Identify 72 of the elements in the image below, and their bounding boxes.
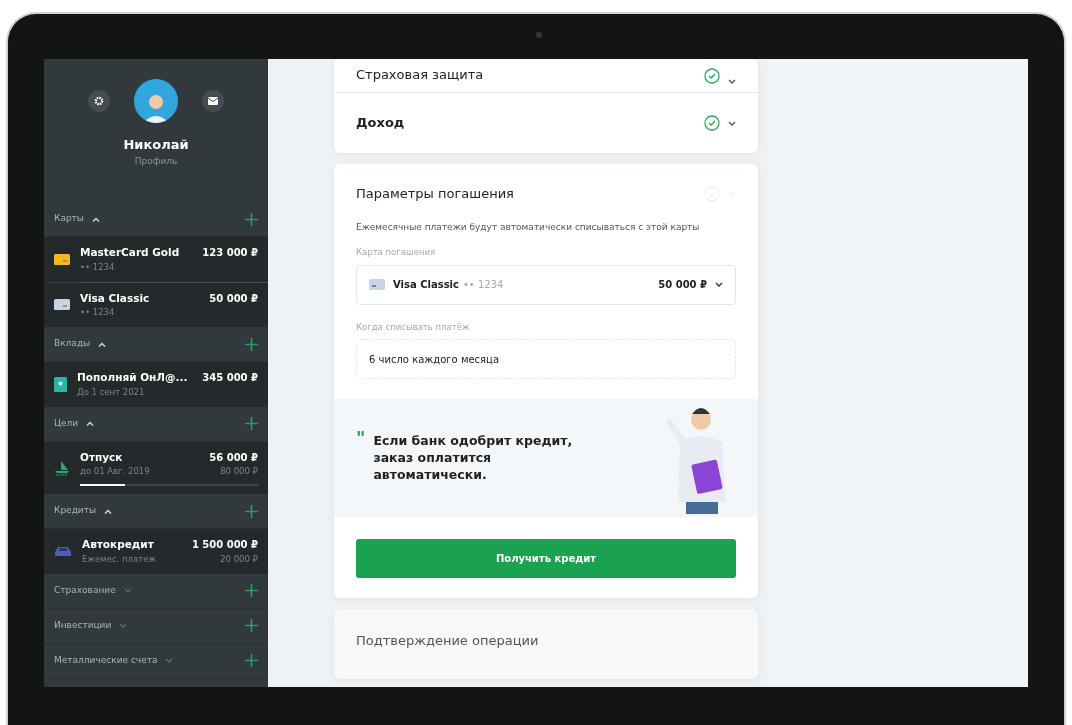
account-amount: 345 000 ₽: [202, 371, 258, 385]
date-field[interactable]: 6 число каждого месяца: [356, 339, 736, 380]
card-number: •• 1234: [462, 278, 505, 293]
gear-icon: [94, 96, 104, 106]
account-item[interactable]: Пополняй ОнЛ@... 345 000 ₽ До 1 сент 2021: [44, 362, 268, 407]
sailboat-icon: [54, 459, 70, 476]
account-name: Пополняй ОнЛ@...: [77, 370, 188, 385]
profile-link[interactable]: Профиль: [134, 154, 178, 168]
account-item[interactable]: MasterCard Gold 123 000 ₽ •• 1234: [44, 237, 268, 282]
accordion-row[interactable]: Доход: [334, 93, 758, 153]
settings-button[interactable]: [88, 90, 110, 112]
section-title: Металлические счета: [54, 653, 158, 667]
field-label: Карта погашения: [356, 245, 437, 259]
account-item[interactable]: Автокредит 1 500 000 ₽ Ежемес. платеж 20 000 ₽: [44, 529, 268, 574]
chevron-down-icon: [728, 79, 736, 84]
user-name: Николай: [123, 136, 189, 154]
chevron-down-icon: [728, 120, 736, 126]
plus-icon[interactable]: [245, 584, 258, 597]
account-amount: 50 000 ₽: [209, 291, 258, 306]
envelope-icon: [208, 97, 218, 105]
plus-icon[interactable]: [245, 212, 258, 226]
section-title: Цели: [54, 416, 79, 430]
plus-icon[interactable]: [245, 337, 258, 351]
account-name: Автокредит: [82, 537, 154, 552]
section-title: Вклады: [54, 337, 91, 351]
card-select[interactable]: Visa Classic •• 1234 50 000 ₽: [356, 264, 736, 305]
section-header[interactable]: Инвестиции: [44, 608, 268, 644]
section-header[interactable]: Металлические счета: [44, 643, 268, 679]
section-title: Кредиты: [54, 504, 97, 518]
avatar[interactable]: [134, 79, 178, 123]
accordion-row[interactable]: Страховая защита: [334, 59, 758, 93]
account-detail: До 1 сент 2021: [77, 385, 145, 399]
chevron-down-icon: [715, 282, 723, 288]
account-name: Visa Classic: [80, 290, 150, 306]
field-value: 6 число каждого месяца: [369, 352, 500, 367]
step-title: Страховая защита: [356, 65, 485, 84]
step-title: Подтверждение операции: [356, 632, 540, 651]
quote-mark: ": [356, 429, 366, 448]
mail-button[interactable]: [202, 90, 224, 112]
account-item[interactable]: Отпуск 56 000 ₽ до 01 Авг. 2019 80 000 ₽: [44, 441, 268, 494]
account-name: Отпуск: [80, 449, 123, 465]
section-header[interactable]: Цели: [44, 406, 268, 442]
account-amount: 1 500 000 ₽: [191, 538, 258, 552]
account-detail: Ежемес. платеж: [82, 552, 156, 566]
account-detail: •• 1234: [80, 260, 115, 274]
camera-icon: [536, 32, 542, 38]
card-balance: 50 000 ₽: [658, 278, 707, 293]
account-amount: 56 000 ₽: [209, 450, 258, 465]
account-secondary-amount: 20 000 ₽: [220, 552, 258, 566]
plus-icon[interactable]: [245, 417, 258, 430]
car-icon: [54, 545, 72, 557]
section-heading: Параметры погашения: [356, 185, 515, 203]
info-text: Если банк одобрит кредит, заказ оплатится автоматически.: [373, 433, 574, 484]
description-text: Ежемесячные платежи будут автоматически списываться с этой карты: [356, 220, 701, 234]
section-title: Карты: [54, 212, 84, 226]
account-secondary-amount: 80 000 ₽: [220, 465, 258, 478]
account-amount: 123 000 ₽: [202, 246, 258, 260]
card-icon: [369, 279, 385, 291]
plus-icon[interactable]: [245, 504, 258, 518]
plus-icon[interactable]: [245, 654, 258, 667]
section-title: Страхование: [54, 583, 116, 597]
section-title: Инвестиции: [54, 618, 112, 632]
account-detail: до 01 Авг. 2019: [80, 465, 150, 478]
account-detail: •• 1234: [80, 306, 115, 319]
field-label: Когда списывать платёж: [356, 320, 471, 334]
section-header[interactable]: Страхование: [44, 573, 268, 609]
plus-icon[interactable]: [245, 619, 258, 632]
account-item[interactable]: Visa Classic 50 000 ₽ •• 1234: [44, 282, 268, 327]
account-name: MasterCard Gold: [80, 245, 180, 260]
card-name: Visa Classic: [393, 278, 459, 293]
safe-icon: [54, 376, 67, 392]
step-title: Доход: [356, 114, 406, 133]
